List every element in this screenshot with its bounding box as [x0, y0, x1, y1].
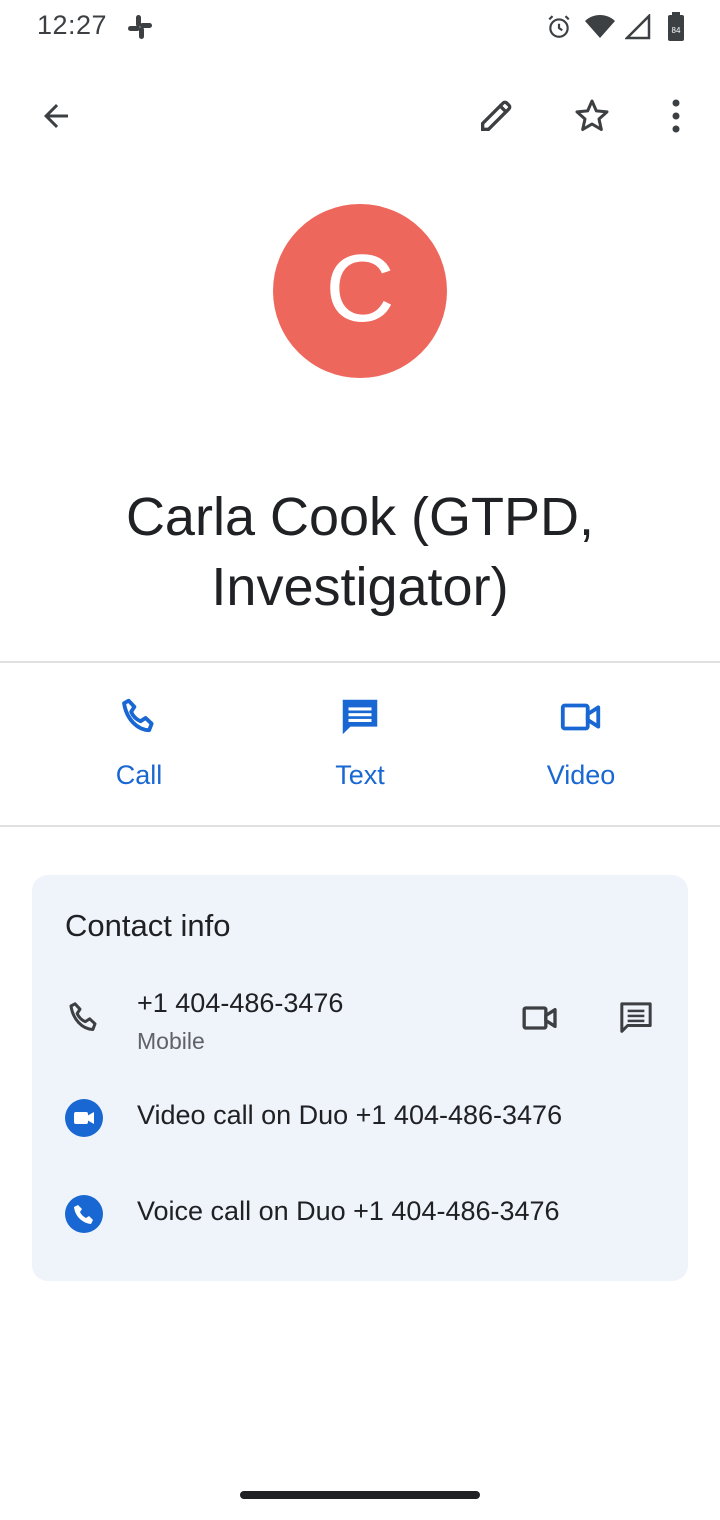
- star-outline-icon: [572, 96, 612, 141]
- divider: [0, 825, 720, 827]
- back-button[interactable]: [24, 86, 88, 150]
- more-vert-icon: [670, 99, 682, 138]
- alarm-icon: [545, 12, 573, 42]
- message-number-button[interactable]: [604, 988, 668, 1052]
- divider: [0, 661, 720, 663]
- slack-icon: [126, 12, 154, 42]
- status-time: 12:27: [37, 10, 108, 40]
- battery-icon: 84: [664, 12, 688, 42]
- contact-info-title: Contact info: [65, 908, 231, 943]
- video-label: Video: [546, 760, 616, 790]
- call-action-button[interactable]: Call: [59, 690, 219, 791]
- svg-text:84: 84: [672, 26, 681, 35]
- more-options-button[interactable]: [644, 86, 708, 150]
- arrow-back-icon: [38, 98, 74, 139]
- call-label: Call: [115, 760, 163, 790]
- avatar-letter: C: [325, 235, 395, 342]
- duo-video-icon: [65, 1099, 103, 1142]
- video-action-button[interactable]: Video: [501, 690, 661, 791]
- duo-voice-call-item[interactable]: Voice call on Duo +1 404-486-3476: [137, 1196, 560, 1227]
- videocam-icon: [520, 998, 560, 1043]
- contact-avatar: C: [273, 204, 447, 378]
- videocam-icon: [558, 694, 604, 745]
- duo-video-call-item[interactable]: Video call on Duo +1 404-486-3476: [137, 1100, 562, 1131]
- contact-name: Carla Cook (GTPD, Investigator): [125, 487, 595, 617]
- favorite-button[interactable]: [560, 86, 624, 150]
- phone-icon: [64, 998, 104, 1043]
- phone-icon: [116, 694, 162, 745]
- duo-voice-icon: [65, 1195, 103, 1238]
- message-icon: [337, 694, 383, 745]
- phone-type: Mobile: [137, 1028, 205, 1054]
- signal-icon: [624, 12, 652, 42]
- home-gesture-bar[interactable]: [240, 1491, 480, 1499]
- video-call-number-button[interactable]: [508, 988, 572, 1052]
- pencil-icon: [476, 96, 516, 141]
- text-action-button[interactable]: Text: [280, 690, 440, 791]
- message-icon: [616, 998, 656, 1043]
- wifi-icon: [583, 12, 617, 42]
- edit-button[interactable]: [464, 86, 528, 150]
- phone-number[interactable]: +1 404-486-3476: [137, 988, 343, 1019]
- text-label: Text: [335, 760, 385, 790]
